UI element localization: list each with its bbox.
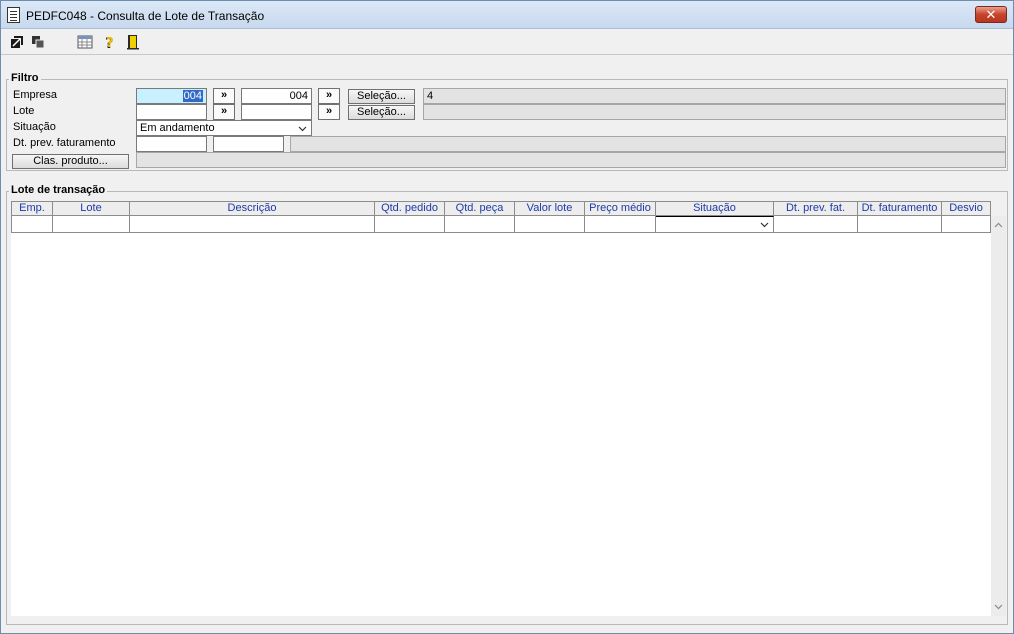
column-header-emp[interactable]: Emp. [11,201,53,216]
cell-qtd-peca[interactable] [445,216,515,233]
cell-descricao[interactable] [130,216,375,233]
grid-body [11,233,991,616]
column-header-dt-faturamento[interactable]: Dt. faturamento [858,201,942,216]
cell-situacao-select[interactable] [656,216,774,233]
dt-prev-display [290,136,1006,152]
chevron-down-icon [760,220,769,232]
column-header-lote[interactable]: Lote [53,201,130,216]
close-button[interactable]: ✕ [975,6,1007,23]
scroll-up-icon[interactable] [994,221,1003,233]
lote-select-arrow-button[interactable]: » [318,104,340,120]
situacao-select[interactable]: Em andamento [136,120,312,136]
lote-copy-arrow-button[interactable]: » [213,104,235,120]
empresa-selection-display: 4 [423,88,1006,104]
column-header-valor-lote[interactable]: Valor lote [515,201,585,216]
filtro-legend: Filtro [9,72,41,84]
empresa-select-arrow-button[interactable]: » [318,88,340,104]
dt-prev-from-input[interactable] [136,136,207,152]
situacao-value: Em andamento [140,122,215,134]
empresa-from-input[interactable]: 004 [136,88,207,104]
cell-emp[interactable] [11,216,53,233]
dt-prev-faturamento-label: Dt. prev. faturamento [13,137,116,149]
cell-dt-prev-fat[interactable] [774,216,858,233]
svg-text:?: ? [106,36,114,50]
empresa-selecao-button[interactable]: Seleção... [348,89,415,104]
document-icon [7,7,20,23]
app-window: PEDFC048 - Consulta de Lote de Transação… [0,0,1014,634]
title-bar: PEDFC048 - Consulta de Lote de Transação… [1,1,1013,29]
lote-selection-display [423,104,1006,120]
cell-valor-lote[interactable] [515,216,585,233]
column-header-dt-prev-fat[interactable]: Dt. prev. fat. [774,201,858,216]
help-icon[interactable]: ? ? [102,34,118,50]
toolbar: ? ? [1,29,1013,55]
column-header-situacao[interactable]: Situação [656,201,774,216]
empresa-label: Empresa [13,89,58,101]
column-header-qtd-pedido[interactable]: Qtd. pedido [375,201,445,216]
empresa-to-input[interactable]: 004 [241,88,312,104]
scroll-down-icon[interactable] [994,602,1003,614]
copy-icon[interactable] [30,34,46,50]
column-header-descricao[interactable]: Descrição [130,201,375,216]
cell-lote[interactable] [53,216,130,233]
column-header-qtd-peca[interactable]: Qtd. peça [445,201,515,216]
vertical-scrollbar[interactable] [991,216,1006,616]
lote-transacao-legend: Lote de transação [9,184,108,196]
lote-to-input[interactable] [241,104,312,120]
situacao-label: Situação [13,121,56,133]
exit-door-icon[interactable] [125,34,141,50]
cell-preco-medio[interactable] [585,216,656,233]
grid-header: Emp. Lote Descrição Qtd. pedido Qtd. peç… [11,201,991,216]
clas-produto-display [136,152,1006,168]
lote-selecao-button[interactable]: Seleção... [348,105,415,120]
lote-label: Lote [13,105,35,117]
lote-from-input[interactable] [136,104,207,120]
cell-desvio[interactable] [942,216,991,233]
column-header-preco-medio[interactable]: Preço médio [585,201,656,216]
empresa-copy-arrow-button[interactable]: » [213,88,235,104]
dt-prev-to-input[interactable] [213,136,284,152]
cell-dt-faturamento[interactable] [858,216,942,233]
table-row[interactable] [11,216,991,233]
chevron-down-icon [298,123,307,137]
table-icon[interactable] [77,34,93,50]
column-header-desvio[interactable]: Desvio [942,201,991,216]
clas-produto-button[interactable]: Clas. produto... [12,154,129,169]
export-icon[interactable] [9,34,25,50]
cell-qtd-pedido[interactable] [375,216,445,233]
window-title: PEDFC048 - Consulta de Lote de Transação [26,9,265,23]
